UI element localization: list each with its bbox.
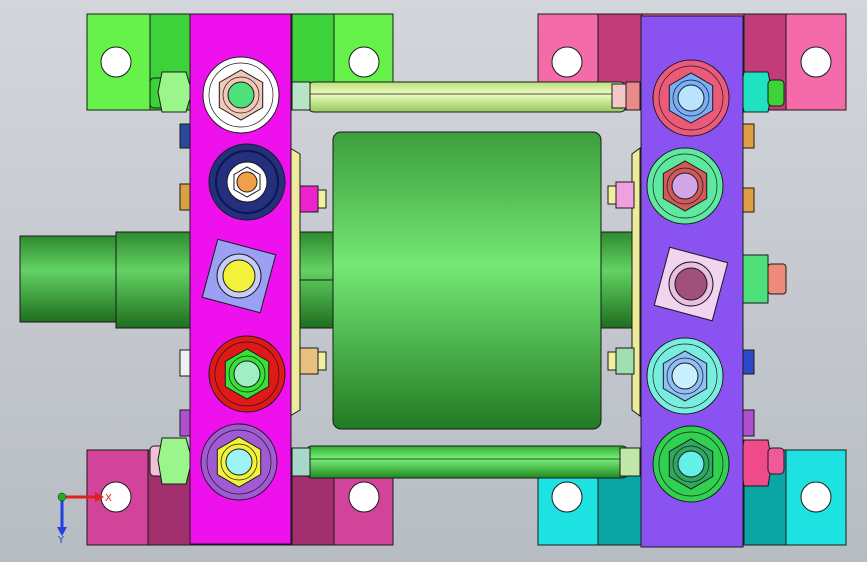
y-axis-label: Y [57, 535, 65, 546]
right-fastener-4 [646, 337, 724, 415]
right-fastener-5 [652, 425, 730, 503]
right-fastener-1 [652, 59, 730, 137]
tie-rod-top [307, 81, 627, 113]
left-fastener-2 [208, 143, 286, 221]
tie-rod-bottom [305, 445, 629, 479]
axis-origin-icon [57, 492, 67, 502]
frame-plate-left[interactable] [189, 13, 292, 545]
left-fastener-4 [208, 335, 286, 413]
frame-plate-right[interactable] [640, 15, 744, 548]
assembly-drawing[interactable]: X Y [0, 0, 867, 562]
left-fastener-5 [200, 423, 278, 501]
right-fastener-2 [646, 147, 724, 225]
cad-viewport[interactable]: X Y [0, 0, 867, 562]
left-fastener-1 [202, 56, 280, 134]
x-axis-label: X [105, 493, 112, 504]
rotor-drum [332, 131, 602, 430]
